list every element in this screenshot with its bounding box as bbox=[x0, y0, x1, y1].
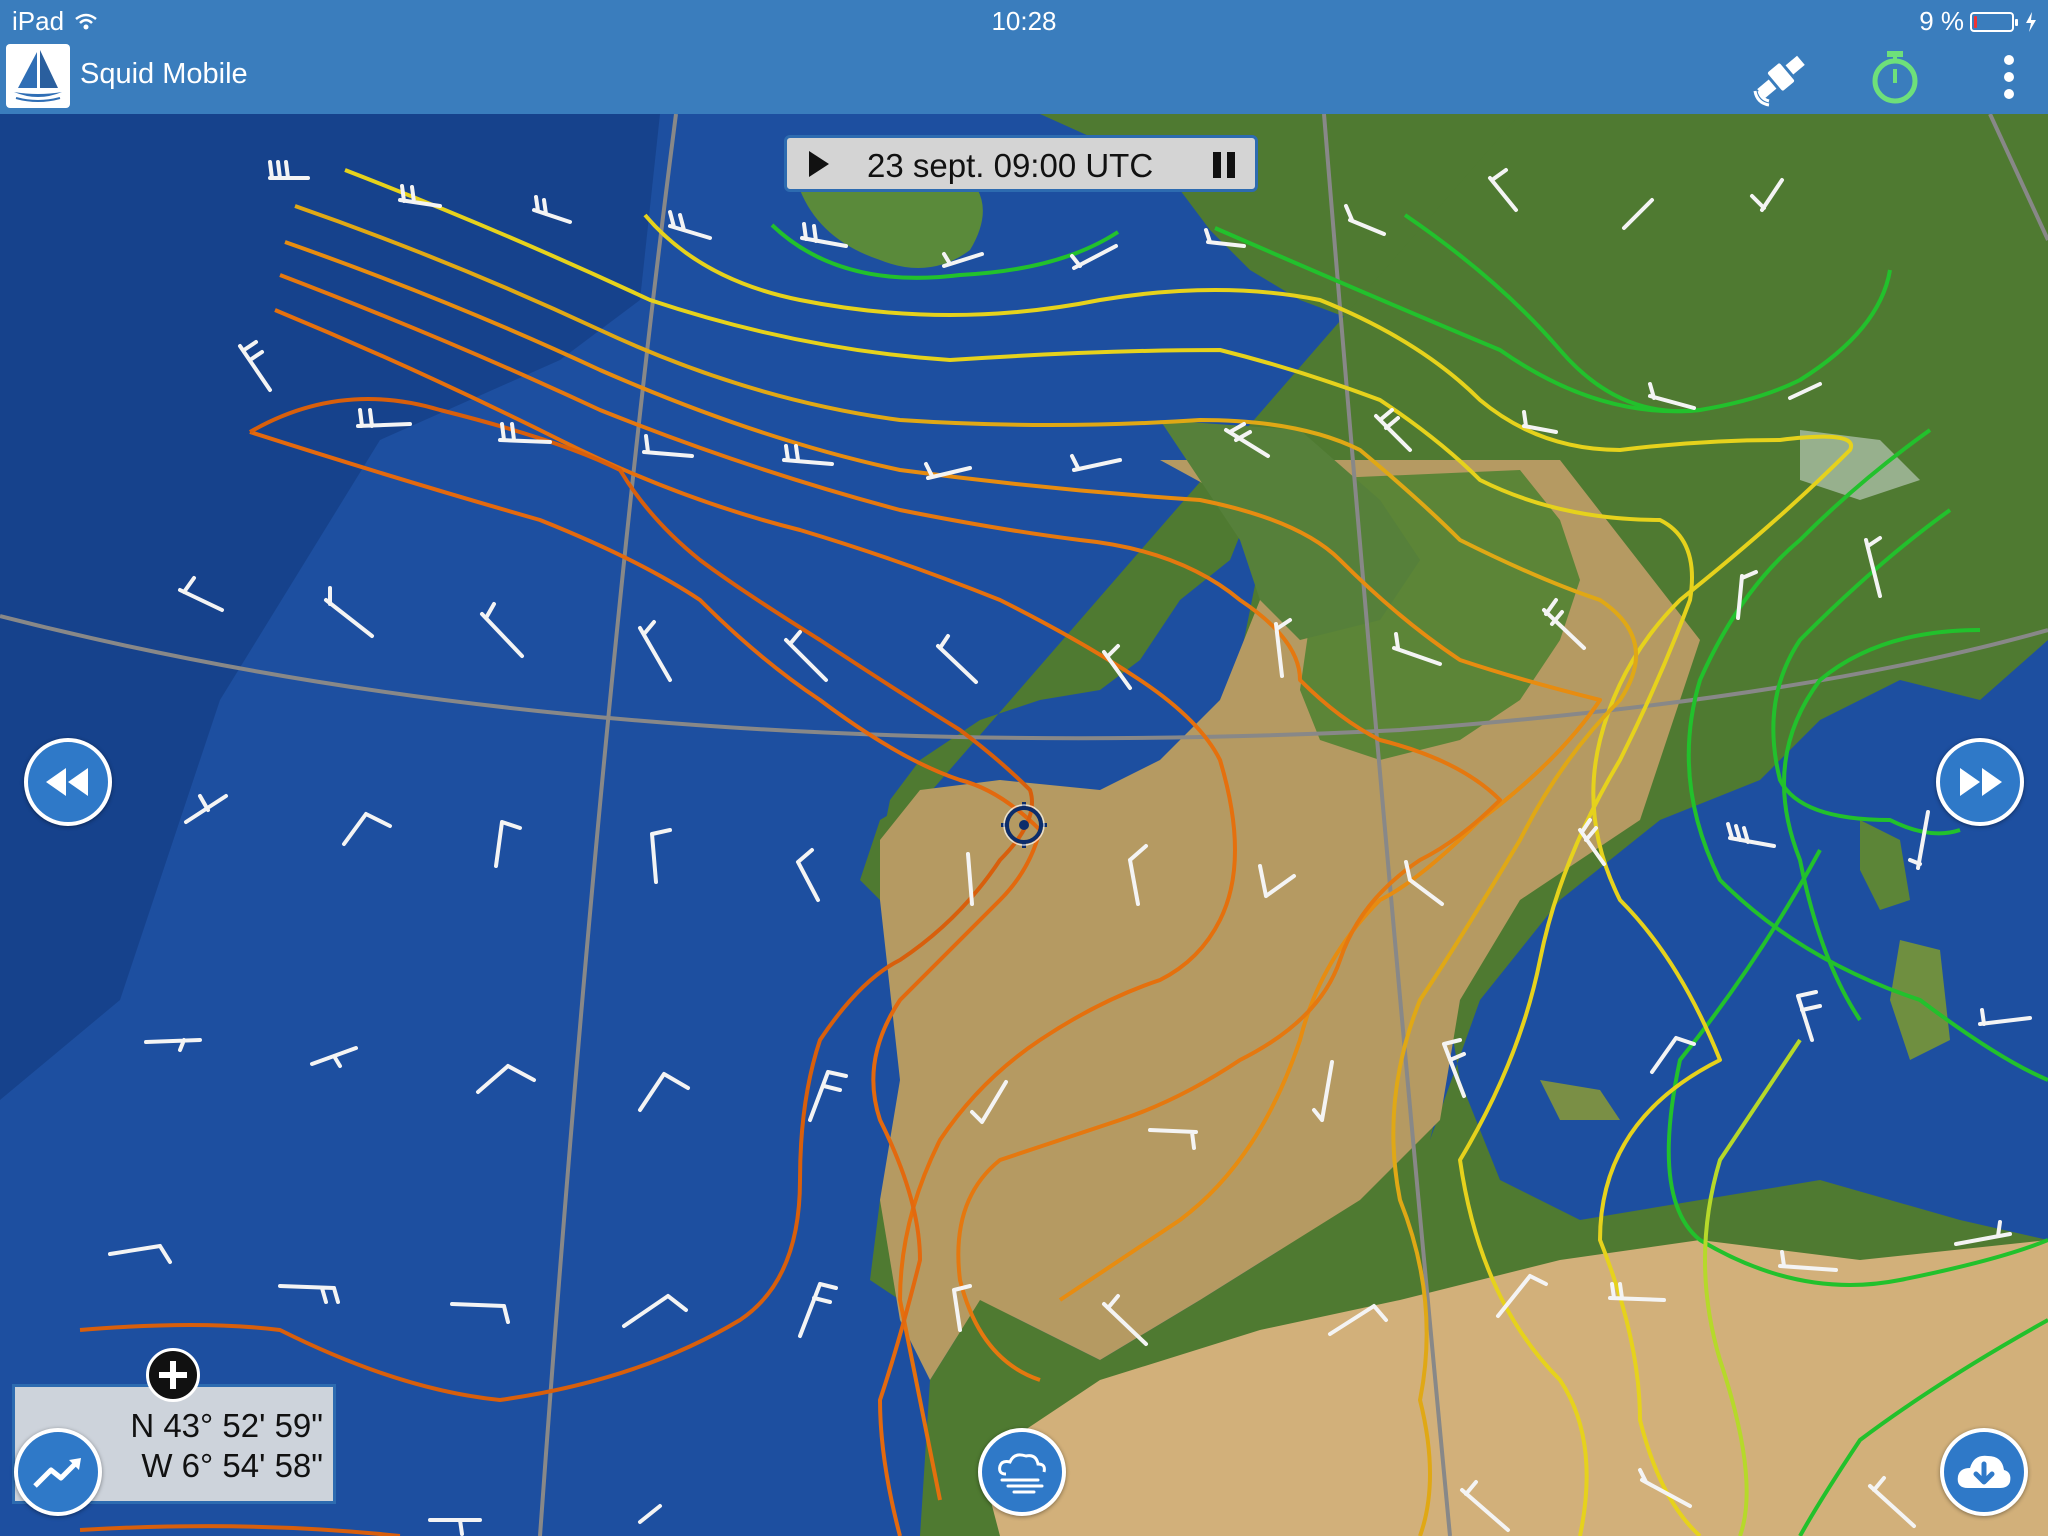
more-vertical-icon bbox=[2004, 55, 2014, 99]
play-icon bbox=[809, 151, 829, 177]
battery-percent: 9 % bbox=[1919, 6, 1964, 36]
cloud-download-icon bbox=[1957, 1455, 2011, 1488]
timeline-bar: 23 sept. 09:00 UTC bbox=[784, 135, 1258, 192]
cloud-wind-icon bbox=[998, 1453, 1046, 1494]
latitude-value: N 43° 52' 59" bbox=[130, 1407, 323, 1444]
longitude-value: W 6° 54' 58" bbox=[141, 1447, 323, 1484]
clock: 10:28 bbox=[991, 6, 1057, 36]
map-canvas[interactable] bbox=[0, 114, 2048, 1536]
next-step-button[interactable] bbox=[1936, 738, 2024, 826]
download-button[interactable] bbox=[1940, 1428, 2028, 1516]
stopwatch-icon bbox=[1872, 51, 1918, 104]
weather-map[interactable] bbox=[0, 114, 2048, 1536]
pause-icon bbox=[1213, 152, 1235, 178]
sailboat-logo-icon bbox=[6, 44, 70, 108]
timer-button[interactable] bbox=[1862, 44, 1928, 110]
fast-forward-icon bbox=[1960, 768, 2002, 796]
status-bar: iPad 10:28 9 % bbox=[0, 0, 2048, 40]
battery-icon bbox=[1970, 11, 2018, 32]
rewind-icon bbox=[46, 768, 88, 796]
previous-step-button[interactable] bbox=[24, 738, 112, 826]
trend-chart-icon bbox=[33, 1458, 81, 1488]
play-button[interactable] bbox=[797, 146, 837, 182]
chart-button[interactable] bbox=[14, 1428, 102, 1516]
overflow-menu-button[interactable] bbox=[1976, 44, 2042, 110]
plus-icon bbox=[159, 1361, 187, 1389]
add-point-button[interactable] bbox=[146, 1348, 200, 1402]
pause-button[interactable] bbox=[1203, 146, 1243, 182]
satellite-icon bbox=[1753, 55, 1805, 107]
weather-layer-button[interactable] bbox=[978, 1428, 1066, 1516]
charging-icon bbox=[2026, 11, 2036, 32]
app-title: Squid Mobile bbox=[80, 58, 248, 90]
timeline-label: 23 sept. 09:00 UTC bbox=[867, 147, 1154, 184]
status-right: 9 % bbox=[1919, 6, 2038, 37]
satellite-button[interactable] bbox=[1748, 44, 1814, 110]
app-bar: Squid Mobile bbox=[0, 40, 2048, 114]
